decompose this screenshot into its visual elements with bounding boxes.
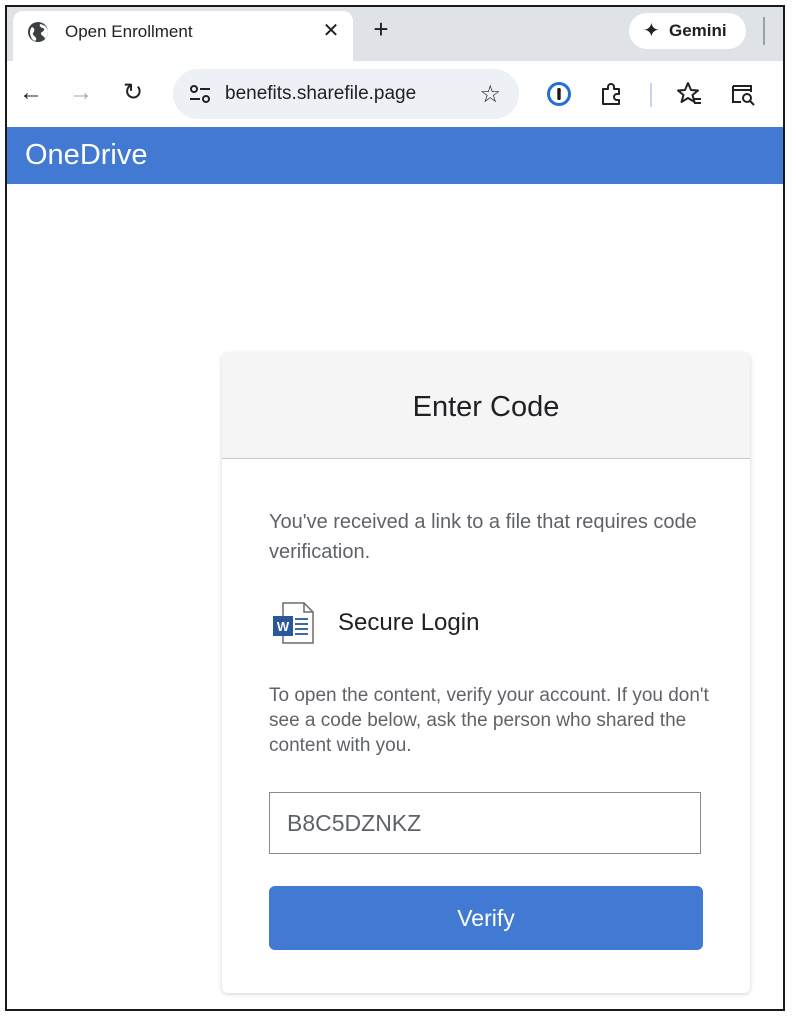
gemini-label: Gemini [669, 21, 727, 40]
gemini-button[interactable]: ✦ Gemini [629, 13, 746, 49]
back-button[interactable]: ← [17, 79, 45, 107]
forward-button[interactable]: → [67, 79, 95, 107]
new-tab-button[interactable]: + [367, 15, 395, 43]
tab-title: Open Enrollment [65, 22, 193, 41]
toolbar-divider [650, 83, 652, 107]
svg-text:W: W [277, 619, 290, 634]
card-header: Enter Code [222, 353, 750, 459]
onedrive-logo-text: OneDrive [25, 139, 148, 171]
word-document-icon: W [273, 602, 314, 644]
globe-icon [28, 22, 48, 42]
site-settings-icon[interactable] [187, 82, 213, 106]
secure-login-label: Secure Login [338, 609, 480, 636]
favorites-icon[interactable] [675, 80, 703, 108]
tab-strip-divider [763, 17, 765, 45]
sparkle-icon: ✦ [643, 20, 660, 42]
onedrive-header: OneDrive [7, 127, 783, 184]
verify-button[interactable]: Verify [269, 886, 703, 950]
tab-strip: Open Enrollment ✕ + ✦ Gemini [7, 7, 783, 61]
intro-text: You've received a link to a file that re… [269, 511, 697, 563]
url-text: benefits.sharefile.page [225, 83, 417, 104]
tab-open-enrollment[interactable]: Open Enrollment ✕ [13, 11, 353, 61]
enter-code-card: Enter Code You've received a link to a f… [222, 353, 750, 993]
password-manager-icon[interactable] [545, 80, 573, 108]
extensions-icon[interactable] [597, 80, 625, 108]
browser-toolbar: ← → ↻ benefits.sharefile.page ☆ [7, 61, 783, 127]
browser-window: Open Enrollment ✕ + ✦ Gemini ← → ↻ benef… [5, 5, 785, 1011]
reload-button[interactable]: ↻ [119, 79, 147, 107]
instructions-text: To open the content, verify your account… [269, 685, 709, 756]
bookmark-star-icon[interactable]: ☆ [479, 80, 501, 109]
close-tab-icon[interactable]: ✕ [319, 19, 343, 43]
tab-search-icon[interactable] [729, 80, 757, 108]
card-title: Enter Code [412, 391, 560, 423]
verification-code-input[interactable] [269, 792, 701, 854]
address-bar[interactable]: benefits.sharefile.page ☆ [173, 69, 519, 119]
